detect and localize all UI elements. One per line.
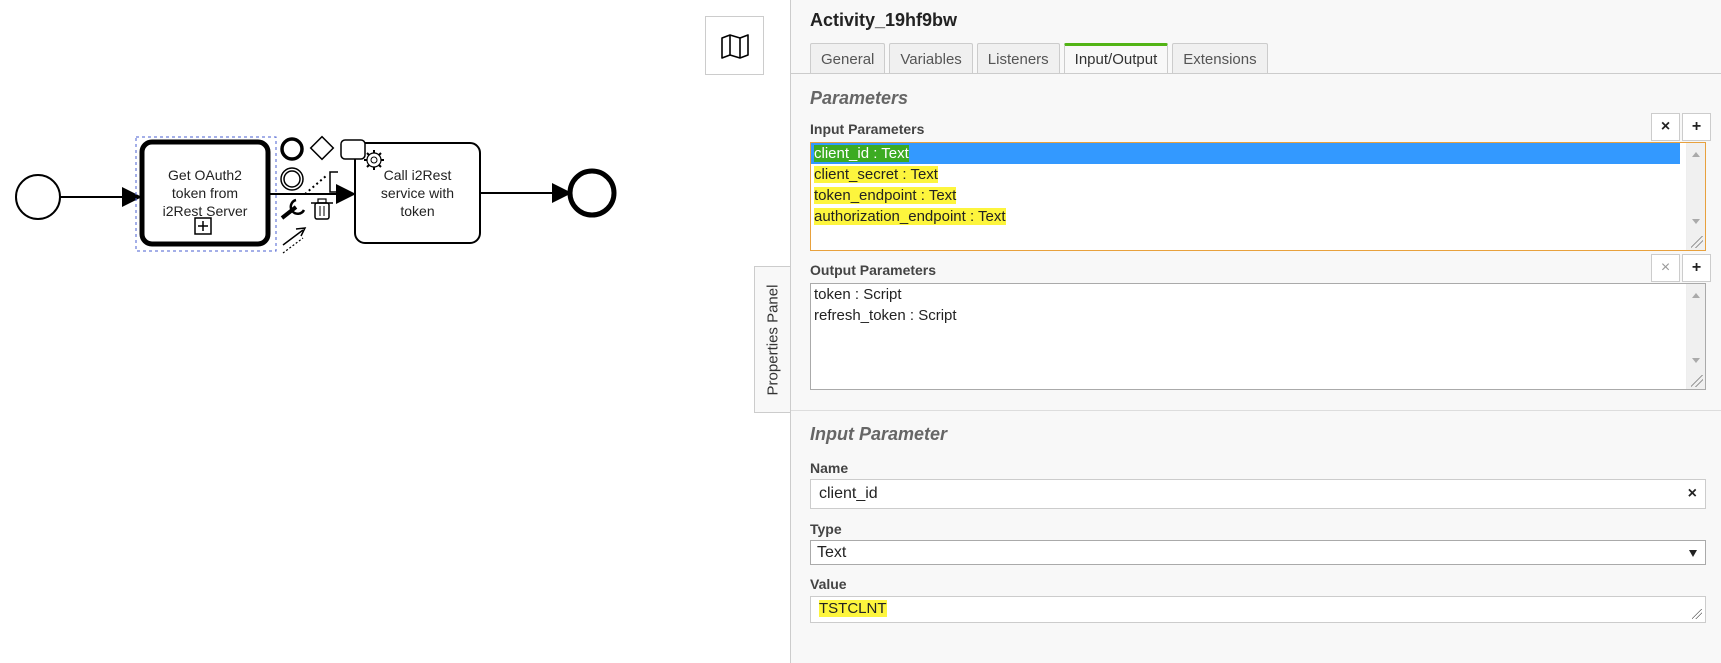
connect-arrow-icon[interactable] [282,227,307,254]
trash-icon[interactable] [311,198,333,220]
end-event[interactable] [567,168,617,218]
input-parameter-item[interactable]: client_secret : Text [811,164,1680,185]
tab-listeners[interactable]: Listeners [976,43,1060,74]
properties-panel: Activity_19hf9bw General Variables Liste… [790,0,1721,663]
output-parameters-scrollbar[interactable] [1686,284,1705,389]
tab-bar: General Variables Listeners Input/Output… [810,43,1272,74]
output-parameter-item[interactable]: refresh_token : Script [811,305,1680,326]
tab-divider [791,73,1721,74]
subprocess-label-line-1: Get OAuth2 [168,167,242,183]
intermediate-event-inner [283,170,301,188]
service-task-label-line-3: token [400,203,435,219]
value-textarea[interactable]: TSTCLNT [810,596,1706,623]
start-event[interactable] [15,174,61,220]
name-label: Name [810,460,849,476]
output-parameters-label: Output Parameters [810,262,937,278]
subprocess-label: Get OAuth2 token from i2Rest Server [146,166,264,220]
scroll-up-icon[interactable] [1692,152,1700,157]
resize-grip-icon[interactable] [1691,375,1703,387]
type-select[interactable]: Text [810,540,1706,565]
output-parameters-list[interactable]: token : Script refresh_token : Script [810,283,1706,390]
value-label: Value [810,576,847,592]
bpmn-diagram[interactable] [0,0,790,663]
name-input-value: client_id [819,485,878,502]
text-annotation-icon[interactable] [329,171,338,193]
subprocess-label-line-3: i2Rest Server [162,203,248,219]
service-task-label-line-1: Call i2Rest [383,167,452,183]
resize-grip-icon[interactable] [1692,609,1702,619]
output-parameter-item[interactable]: token : Script [811,284,1680,305]
element-id-title: Activity_19hf9bw [810,10,958,30]
input-parameter-item[interactable]: token_endpoint : Text [811,185,1680,206]
wrench-icon[interactable] [280,198,306,220]
append-gateway-icon[interactable] [309,135,335,161]
add-output-parameter-button[interactable]: + [1682,254,1711,282]
type-label: Type [810,521,842,537]
chevron-down-icon [1689,550,1697,557]
scroll-down-icon[interactable] [1692,219,1700,224]
scroll-down-icon[interactable] [1692,358,1700,363]
input-parameter-item-label: client_id : Text [814,145,909,162]
add-input-parameter-button[interactable]: + [1682,113,1711,141]
parameters-group-title: Parameters [810,88,909,108]
input-parameters-label: Input Parameters [810,121,925,137]
append-task-icon[interactable] [340,139,366,160]
tab-extensions[interactable]: Extensions [1172,43,1268,74]
scroll-up-icon[interactable] [1692,293,1700,298]
service-task-label-line-2: service with [380,185,455,201]
input-parameter-item-label: client_secret : Text [814,166,938,183]
remove-input-parameter-button[interactable]: × [1651,113,1680,141]
subprocess-label-line-2: token from [171,185,239,201]
clear-name-icon[interactable]: × [1688,480,1697,508]
tab-input-output[interactable]: Input/Output [1063,43,1169,74]
input-parameter-item[interactable]: authorization_endpoint : Text [811,206,1680,227]
properties-panel-toggle-label: Properties Panel [764,284,782,395]
properties-panel-toggle[interactable]: Properties Panel [754,266,791,413]
name-input[interactable]: client_id × [810,479,1706,509]
remove-output-parameter-button[interactable]: × [1651,254,1680,282]
tab-general[interactable]: General [810,43,886,74]
input-parameter-item-label: authorization_endpoint : Text [814,208,1006,225]
input-parameters-list[interactable]: client_id : Text client_secret : Text to… [810,142,1706,251]
minimap-toggle-button[interactable] [705,16,764,75]
resize-grip-icon[interactable] [1691,236,1703,248]
input-parameters-scrollbar[interactable] [1686,143,1705,250]
bpmn-canvas[interactable]: Get OAuth2 token from i2Rest Server Call… [0,0,790,663]
input-parameter-item-label: token_endpoint : Text [814,187,957,204]
type-select-value: Text [817,544,847,561]
input-parameter-group-title: Input Parameter [810,424,948,444]
input-parameter-item[interactable]: client_id : Text [811,143,1680,164]
value-textarea-text: TSTCLNT [819,600,887,617]
service-task-label: Call i2Rest service with token [360,166,475,220]
group-separator [791,410,1721,411]
tab-variables[interactable]: Variables [889,43,973,74]
connect-association-icon[interactable] [304,175,327,195]
append-end-event-icon[interactable] [280,137,304,161]
map-icon [720,33,749,59]
